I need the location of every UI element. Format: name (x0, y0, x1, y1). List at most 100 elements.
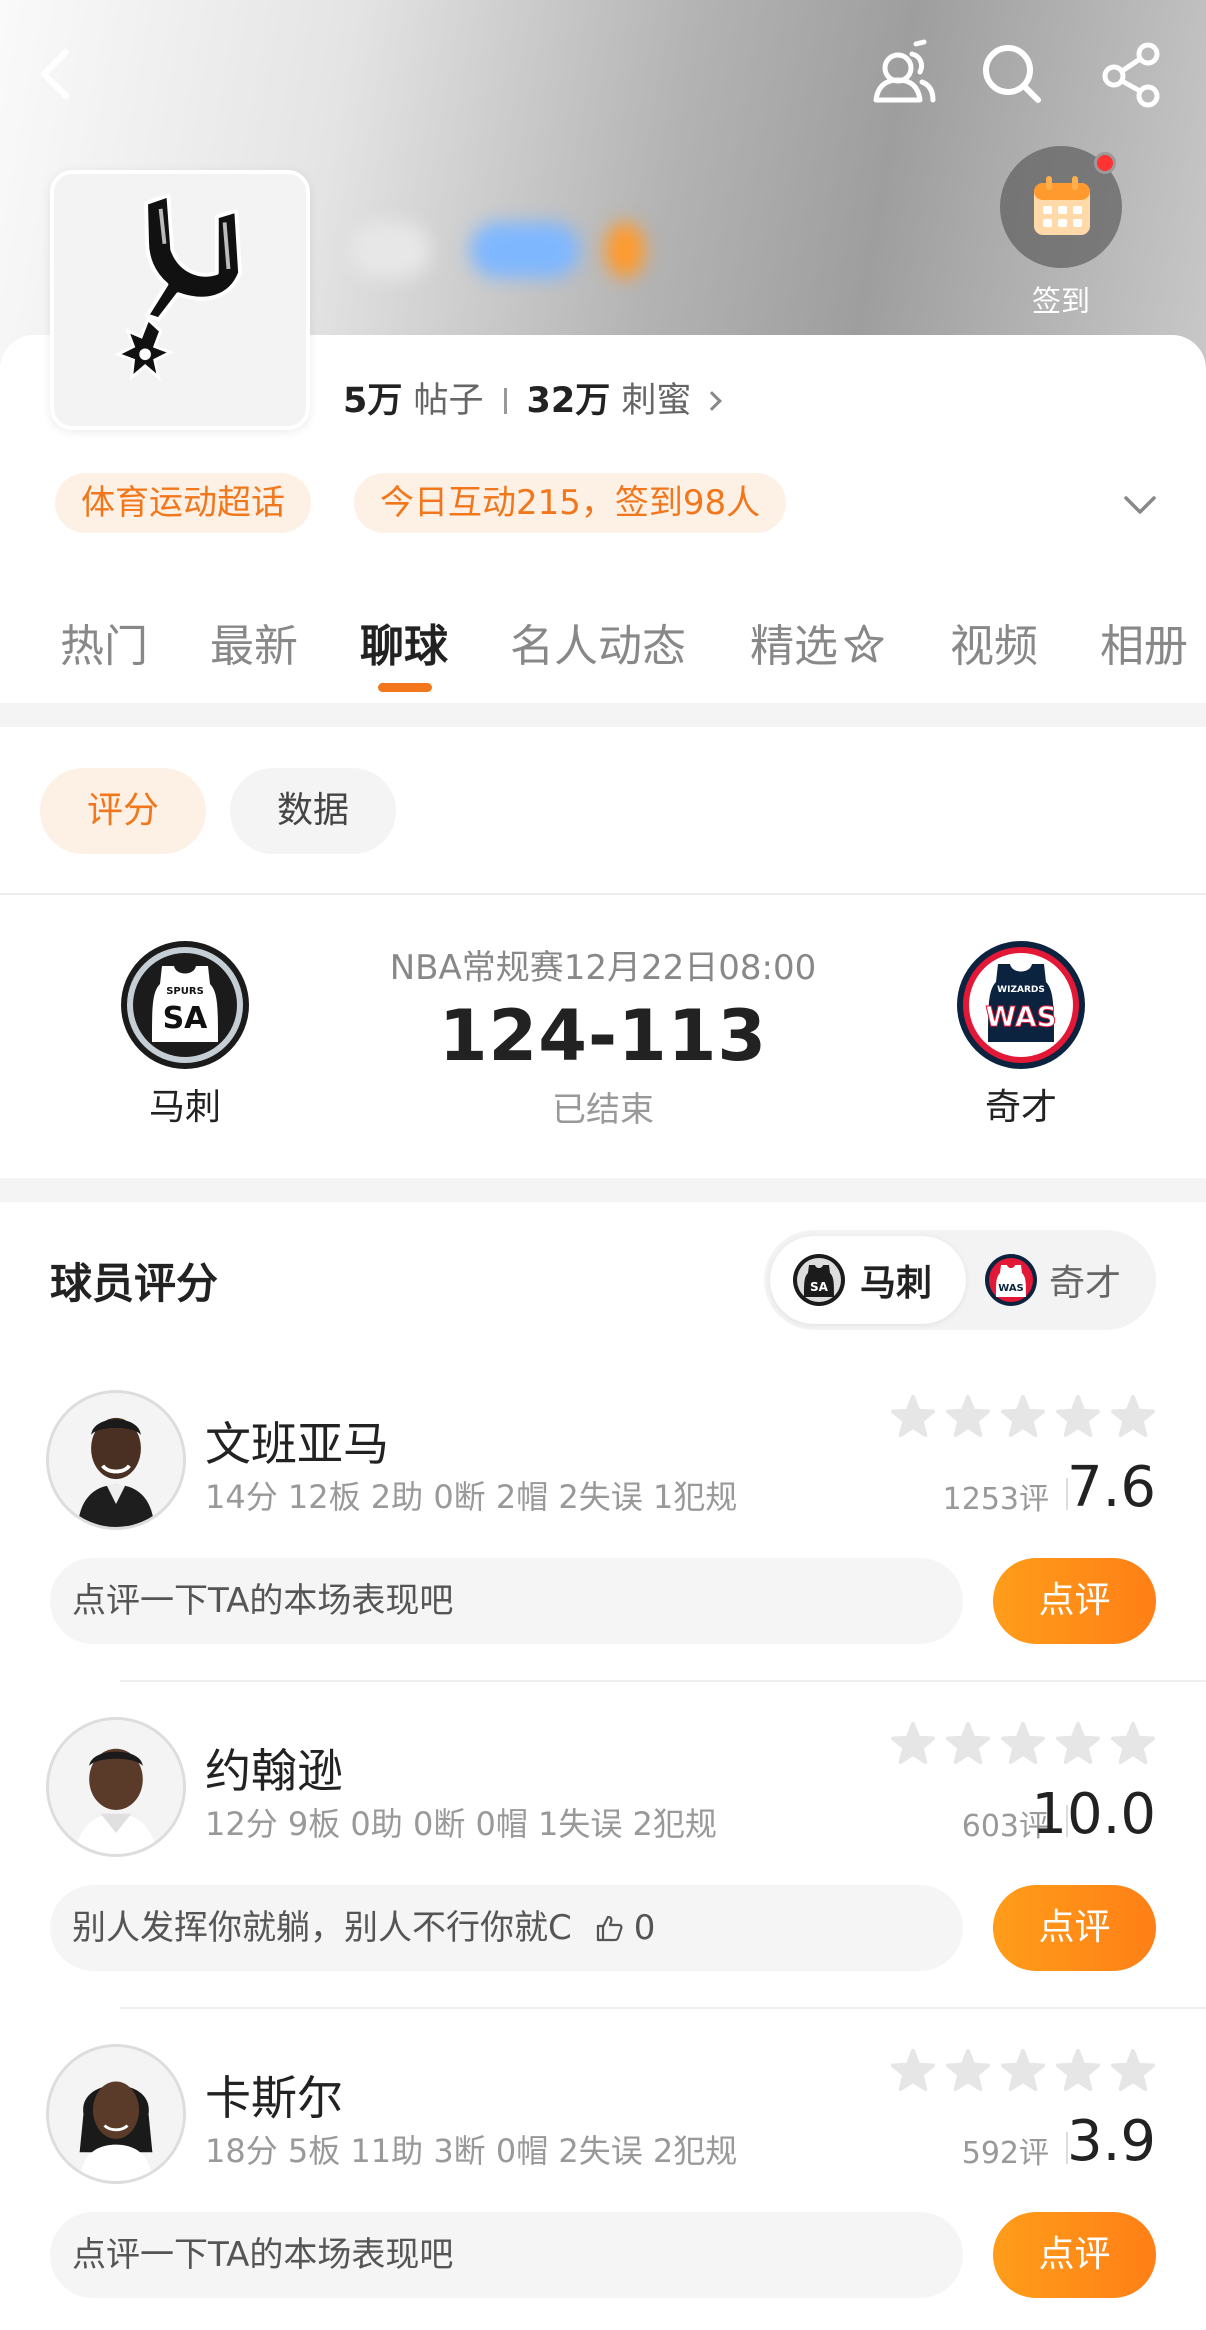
star-icon[interactable] (946, 1722, 990, 1764)
row-divider (120, 2007, 1206, 2009)
tab-latest[interactable]: 最新 (210, 610, 298, 674)
search-icon[interactable] (976, 38, 1048, 110)
rating-stars[interactable] (890, 1722, 1156, 1768)
svg-text:WAS: WAS (998, 1283, 1024, 1294)
like-count: 0 (633, 1908, 656, 1948)
subtab-rating[interactable]: 评分 (40, 768, 206, 854)
checkin-button[interactable] (1000, 146, 1122, 268)
player-avatar[interactable] (46, 2044, 186, 2184)
tab-chat-ball[interactable]: 聊球 (360, 610, 448, 674)
comment-text: 点评一下TA的本场表现吧 (72, 1581, 454, 1621)
subtab-data[interactable]: 数据 (230, 768, 396, 854)
comment-text: 别人发挥你就躺，别人不行你就C (72, 1908, 572, 1948)
star-icon[interactable] (1056, 1395, 1100, 1437)
rating-count: 592评 (961, 2136, 1049, 2171)
tab-featured-label: 精选 (750, 621, 838, 672)
star-icon[interactable] (1111, 2049, 1155, 2091)
star-icon[interactable] (1056, 2049, 1100, 2091)
star-icon[interactable] (1111, 1395, 1155, 1437)
row-divider (120, 1680, 1206, 1682)
player-avatar[interactable] (46, 1717, 186, 1857)
toggle-home-label: 马刺 (860, 1263, 933, 1304)
svg-text:WIZARDS: WIZARDS (997, 985, 1045, 995)
rate-button[interactable]: 点评 (993, 2212, 1156, 2298)
star-icon[interactable] (891, 1722, 935, 1764)
thumbs-up-icon (596, 1915, 623, 1942)
chevron-right-icon (701, 391, 722, 411)
player-stats: 18分 5板 11助 3断 0帽 2失误 2犯规 (205, 2132, 738, 2170)
game-status: 已结束 (552, 1090, 654, 1130)
away-team-name: 奇才 (984, 1087, 1057, 1128)
fans-label: 刺蜜 (621, 381, 692, 421)
star-icon[interactable] (1001, 2049, 1045, 2091)
rating-score: 7.6 (1066, 1455, 1156, 1520)
rating-score: 3.9 (1066, 2109, 1156, 2174)
posts-count: 5万 (343, 381, 403, 421)
star-icon[interactable] (946, 2049, 990, 2091)
chevron-down-icon[interactable] (1120, 484, 1160, 524)
svg-text:WAS: WAS (985, 1000, 1056, 1033)
team-toggle: SA 马刺 WAS 奇才 (764, 1230, 1156, 1330)
tab-video[interactable]: 视频 (950, 610, 1038, 674)
player-row: 约翰逊 12分 9板 0助 0断 0帽 1失误 2犯规 603评 10.0 别人… (0, 1717, 1206, 2047)
star-icon[interactable] (891, 2049, 935, 2091)
rate-button[interactable]: 点评 (993, 1885, 1156, 1971)
back-arrow-icon[interactable] (22, 38, 94, 110)
player-name: 约翰逊 (205, 1744, 343, 1798)
section-divider (0, 703, 1206, 727)
community-stats[interactable]: 5万 帖子 32万 刺蜜 (343, 372, 722, 423)
comment-input[interactable]: 点评一下TA的本场表现吧 (50, 2212, 963, 2298)
star-icon[interactable] (1001, 1722, 1045, 1764)
svg-text:SPURS: SPURS (166, 986, 204, 997)
calendar-icon (1034, 176, 1090, 235)
stats-divider (503, 388, 507, 414)
tag-activity[interactable]: 今日互动215，签到98人 (354, 473, 787, 533)
members-icon[interactable] (868, 38, 940, 110)
tab-celebrity[interactable]: 名人动态 (510, 610, 686, 674)
game-info: NBA常规赛12月22日08:00 (389, 948, 817, 988)
section-divider-2 (0, 1178, 1206, 1202)
tab-hot[interactable]: 热门 (60, 610, 148, 674)
player-row: 卡斯尔 18分 5板 11助 3断 0帽 2失误 2犯规 592评 3.9 点评… (0, 2044, 1206, 2330)
player-ratings-title: 球员评分 (50, 1259, 219, 1308)
comment-text: 点评一下TA的本场表现吧 (72, 2235, 454, 2275)
tab-bar: 热门 最新 聊球 名人动态 精选 视频 相册 (0, 610, 1206, 680)
star-icon[interactable] (1001, 1395, 1045, 1437)
notification-dot (1094, 152, 1116, 174)
rating-stars[interactable] (890, 2049, 1156, 2095)
player-name: 文班亚马 (205, 1417, 389, 1471)
player-name: 卡斯尔 (205, 2071, 343, 2125)
tab-album[interactable]: 相册 (1100, 610, 1188, 674)
wizards-mini-logo-icon: WAS (985, 1254, 1037, 1306)
blurred-name (350, 222, 430, 278)
svg-text:SA: SA (810, 1280, 829, 1294)
svg-text:SA: SA (163, 1001, 209, 1036)
star-icon[interactable] (891, 1395, 935, 1437)
rating-count: 1253评 (942, 1482, 1049, 1517)
star-icon[interactable] (1111, 1722, 1155, 1764)
star-icon[interactable] (1056, 1722, 1100, 1764)
tag-category[interactable]: 体育运动超话 (55, 473, 311, 533)
share-icon[interactable] (1096, 38, 1168, 110)
spurs-community-logo[interactable] (50, 170, 310, 430)
blurred-badge (470, 222, 580, 278)
top-comment[interactable]: 别人发挥你就躺，别人不行你就C 0 (50, 1885, 963, 1971)
player-stats: 14分 12板 2助 0断 2帽 2失误 1犯规 (205, 1478, 738, 1516)
spurs-logo-icon: SPURS SA (121, 941, 249, 1069)
like-button[interactable]: 0 (594, 1885, 656, 1971)
spurs-mini-logo-icon: SA (793, 1254, 845, 1306)
player-avatar[interactable] (46, 1390, 186, 1530)
player-row: 文班亚马 14分 12板 2助 0断 2帽 2失误 1犯规 1253评 7.6 … (0, 1390, 1206, 1720)
star-icon[interactable] (946, 1395, 990, 1437)
active-tab-indicator (378, 683, 432, 692)
home-team-name: 马刺 (148, 1087, 221, 1128)
comment-input[interactable]: 点评一下TA的本场表现吧 (50, 1558, 963, 1644)
fans-count: 32万 (526, 381, 611, 421)
rating-stars[interactable] (890, 1395, 1156, 1441)
checkin-label: 签到 (1031, 284, 1090, 318)
rate-button[interactable]: 点评 (993, 1558, 1156, 1644)
tab-featured[interactable]: 精选 (750, 610, 886, 676)
player-stats: 12分 9板 0助 0断 0帽 1失误 2犯规 (205, 1805, 717, 1843)
toggle-away-label[interactable]: 奇才 (1049, 1254, 1121, 1306)
game-score: 124-113 (438, 995, 768, 1077)
